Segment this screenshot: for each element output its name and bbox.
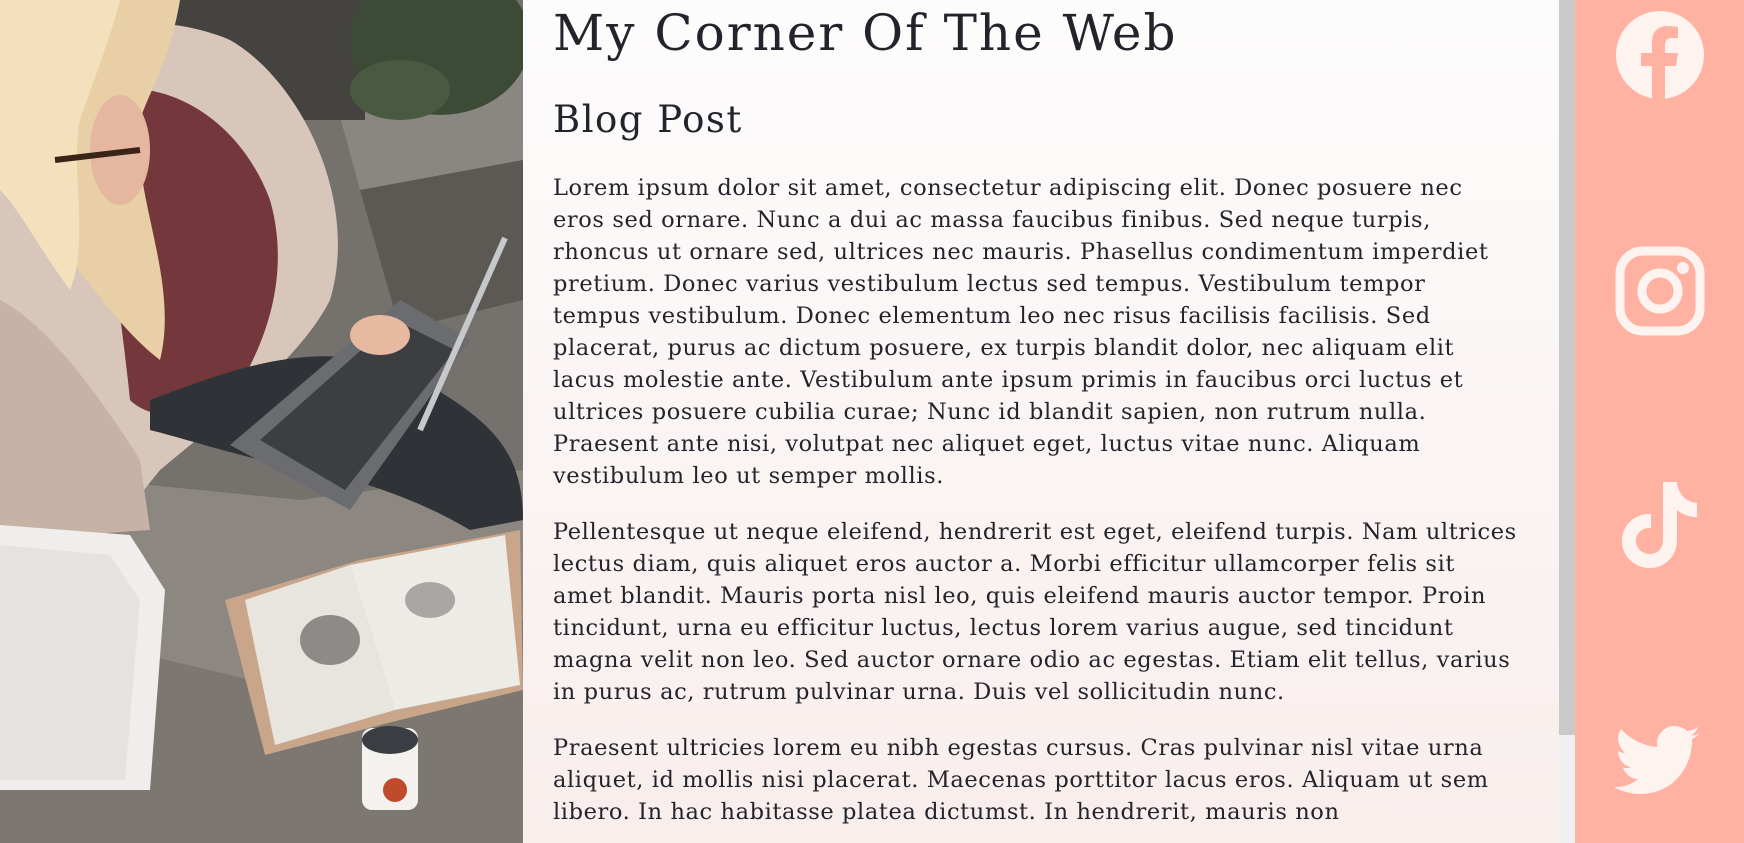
facebook-icon (1616, 11, 1704, 100)
post-paragraph-1: Lorem ipsum dolor sit amet, consectetur … (553, 175, 1489, 489)
post-paragraph-2: Pellentesque ut neque eleifend, hendreri… (553, 519, 1517, 705)
post-title: Blog Post (553, 98, 743, 141)
site-title: My Corner Of The Web (553, 4, 1178, 62)
tiktok-icon (1622, 482, 1697, 568)
tiktok-link[interactable] (1615, 480, 1705, 570)
hero-illustration (0, 0, 523, 843)
content-area: My Corner Of The Web Blog Post Lorem ips… (523, 0, 1559, 843)
post-paragraph-3: Praesent ultricies lorem eu nibh egestas… (553, 735, 1489, 825)
instagram-icon (1615, 246, 1705, 336)
post-body: Lorem ipsum dolor sit amet, consectetur … (553, 172, 1519, 843)
hero-image (0, 0, 523, 843)
scrollbar-thumb[interactable] (1559, 0, 1575, 735)
twitter-link[interactable] (1615, 715, 1705, 805)
social-sidebar (1575, 0, 1744, 843)
twitter-icon (1615, 726, 1701, 794)
scrollbar[interactable] (1559, 0, 1575, 843)
facebook-link[interactable] (1615, 10, 1705, 100)
instagram-link[interactable] (1615, 246, 1705, 336)
